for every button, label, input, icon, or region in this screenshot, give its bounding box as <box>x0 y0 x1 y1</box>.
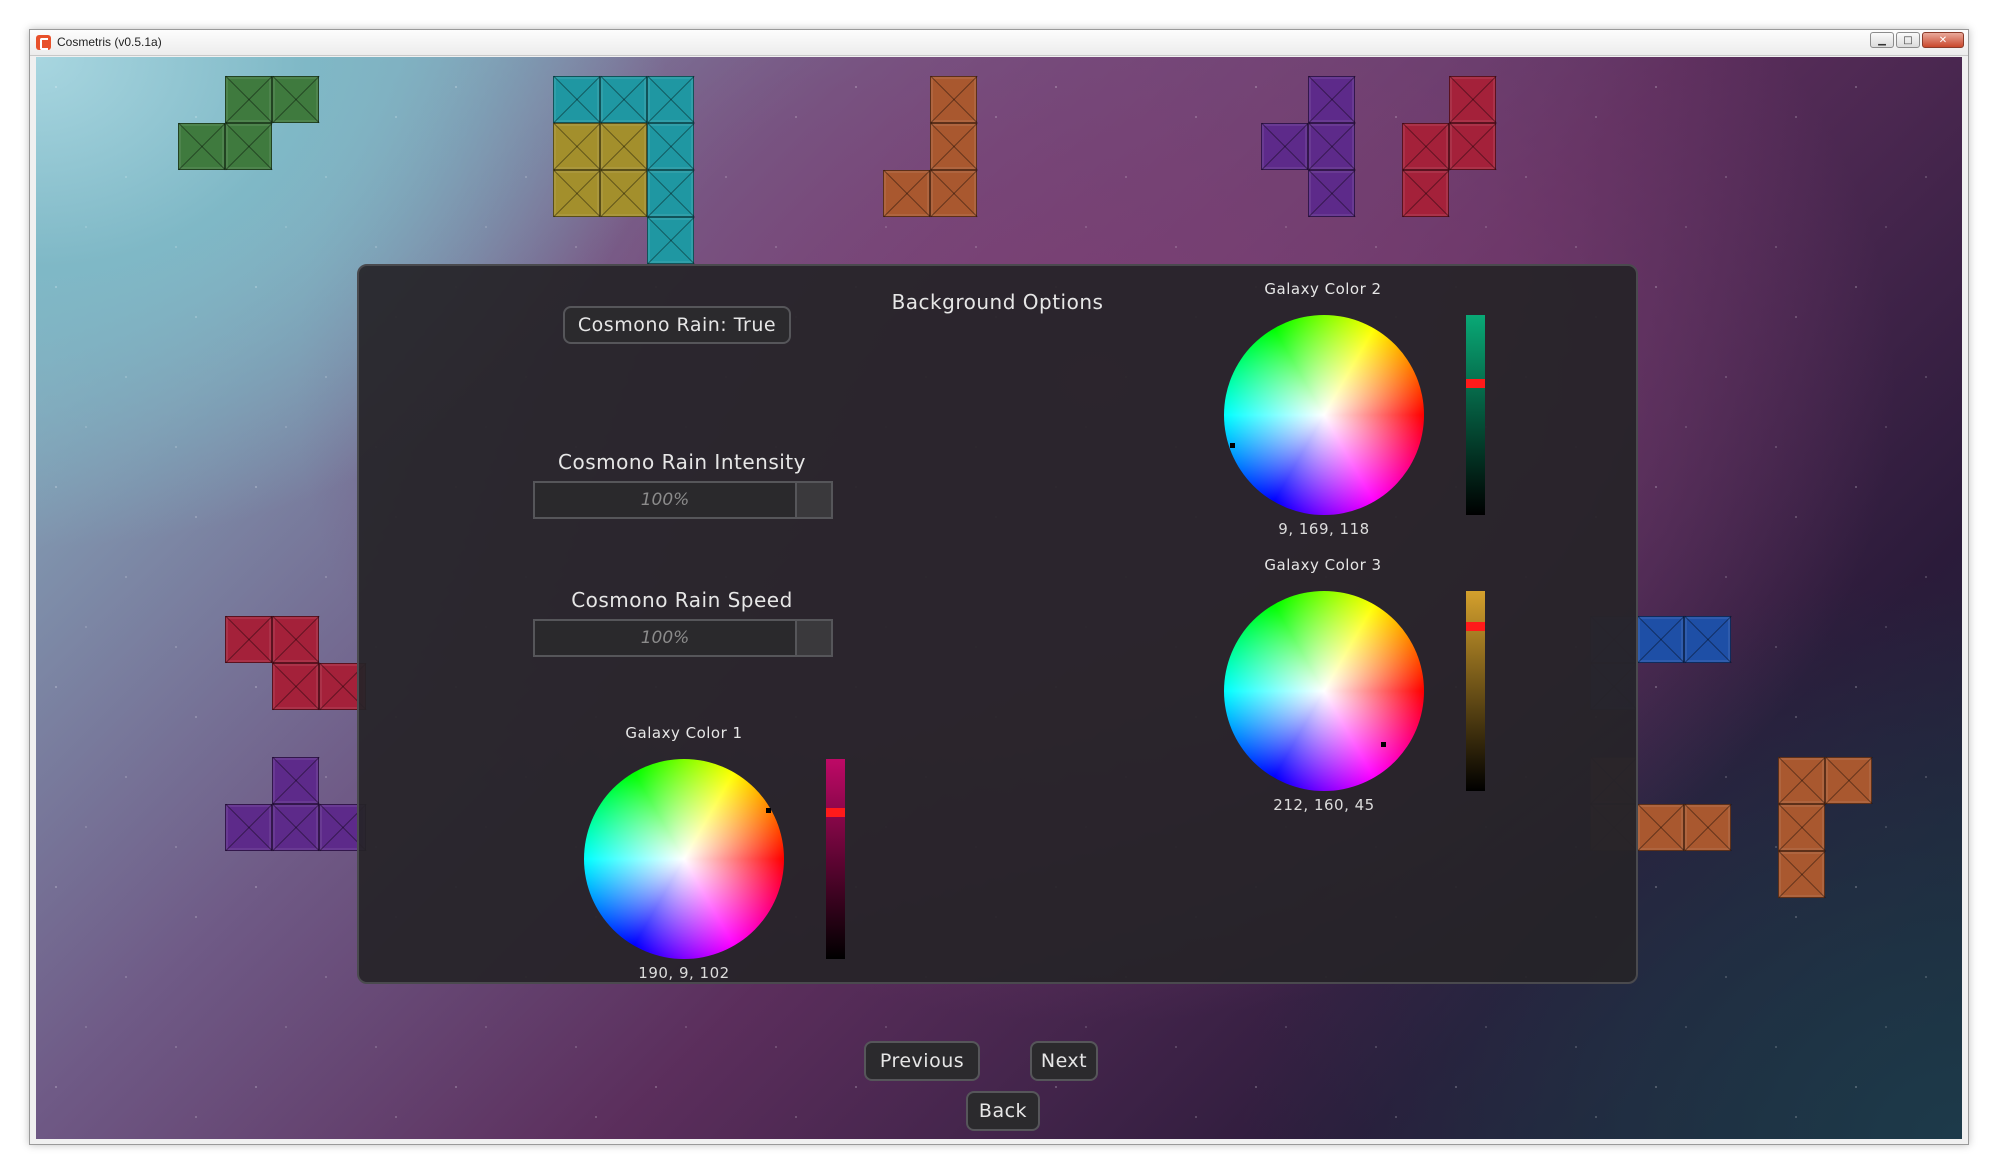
brightness-marker[interactable] <box>1466 379 1485 388</box>
block <box>553 123 600 170</box>
block <box>600 76 647 123</box>
block <box>647 123 694 170</box>
block <box>225 804 272 851</box>
app-window: Cosmetris (v0.5.1a) ▁ □ ✕ Background Opt… <box>29 29 1969 1145</box>
block <box>647 217 694 264</box>
window-title: Cosmetris (v0.5.1a) <box>57 35 162 49</box>
galaxy-color-3-label: Galaxy Color 3 <box>1264 556 1382 574</box>
minimize-icon[interactable]: ▁ <box>1870 32 1894 48</box>
galaxy-color-2-rgb: 9, 169, 118 <box>1278 520 1370 538</box>
block <box>1402 123 1449 170</box>
block <box>1637 804 1684 851</box>
block <box>225 616 272 663</box>
block <box>225 123 272 170</box>
block <box>600 170 647 217</box>
intensity-label: Cosmono Rain Intensity <box>558 450 806 474</box>
galaxy-color-2-label: Galaxy Color 2 <box>1264 280 1382 298</box>
block <box>178 123 225 170</box>
block <box>930 123 977 170</box>
block <box>272 757 319 804</box>
speed-slider[interactable]: 100% <box>533 619 833 657</box>
brightness-marker[interactable] <box>826 808 845 817</box>
color-picker-cursor <box>1381 742 1386 747</box>
previous-button[interactable]: Previous <box>864 1041 980 1081</box>
galaxy-color-1-label: Galaxy Color 1 <box>625 724 743 742</box>
block <box>883 170 930 217</box>
block <box>1684 616 1731 663</box>
background-options-panel: Background Options Cosmono Rain: True Co… <box>357 264 1638 984</box>
block <box>1308 76 1355 123</box>
block <box>1308 123 1355 170</box>
intensity-value: 100% <box>640 490 690 510</box>
block <box>1778 804 1825 851</box>
block <box>1684 804 1731 851</box>
block <box>553 170 600 217</box>
block <box>1637 616 1684 663</box>
maximize-icon[interactable]: □ <box>1896 32 1920 48</box>
speed-label: Cosmono Rain Speed <box>571 588 793 612</box>
block <box>1449 76 1496 123</box>
block <box>1261 123 1308 170</box>
galaxy-color-3-rgb: 212, 160, 45 <box>1273 796 1375 814</box>
brightness-marker[interactable] <box>1466 622 1485 631</box>
block <box>272 663 319 710</box>
block <box>1825 757 1872 804</box>
galaxy-color-3-brightness-bar[interactable] <box>1466 591 1485 791</box>
block <box>930 76 977 123</box>
galaxy-color-2-brightness-bar[interactable] <box>1466 315 1485 515</box>
block <box>1778 757 1825 804</box>
block <box>647 76 694 123</box>
block <box>1449 123 1496 170</box>
cosmono-rain-toggle-button[interactable]: Cosmono Rain: True <box>563 306 791 344</box>
intensity-slider-handle[interactable] <box>795 483 831 517</box>
block <box>272 616 319 663</box>
back-button[interactable]: Back <box>966 1091 1040 1131</box>
color-picker-cursor <box>1230 443 1235 448</box>
panel-title: Background Options <box>891 290 1104 314</box>
window-controls: ▁ □ ✕ <box>1870 32 1964 48</box>
speed-value: 100% <box>640 628 690 648</box>
block <box>930 170 977 217</box>
galaxy-color-2-wheel[interactable] <box>1224 315 1424 515</box>
intensity-slider[interactable]: 100% <box>533 481 833 519</box>
app-icon <box>36 35 51 50</box>
block <box>272 76 319 123</box>
block <box>225 76 272 123</box>
game-viewport: Background Options Cosmono Rain: True Co… <box>36 57 1962 1139</box>
block <box>600 123 647 170</box>
block <box>272 804 319 851</box>
galaxy-color-1-brightness-bar[interactable] <box>826 759 845 959</box>
block <box>1308 170 1355 217</box>
speed-slider-handle[interactable] <box>795 621 831 655</box>
block <box>553 76 600 123</box>
galaxy-color-3-wheel[interactable] <box>1224 591 1424 791</box>
block <box>1402 170 1449 217</box>
block <box>1778 851 1825 898</box>
close-icon[interactable]: ✕ <box>1922 32 1964 48</box>
block <box>647 170 694 217</box>
galaxy-color-1-rgb: 190, 9, 102 <box>638 964 730 982</box>
color-picker-cursor <box>766 808 771 813</box>
galaxy-color-1-wheel[interactable] <box>584 759 784 959</box>
title-bar: Cosmetris (v0.5.1a) ▁ □ ✕ <box>30 30 1968 56</box>
next-button[interactable]: Next <box>1030 1041 1098 1081</box>
